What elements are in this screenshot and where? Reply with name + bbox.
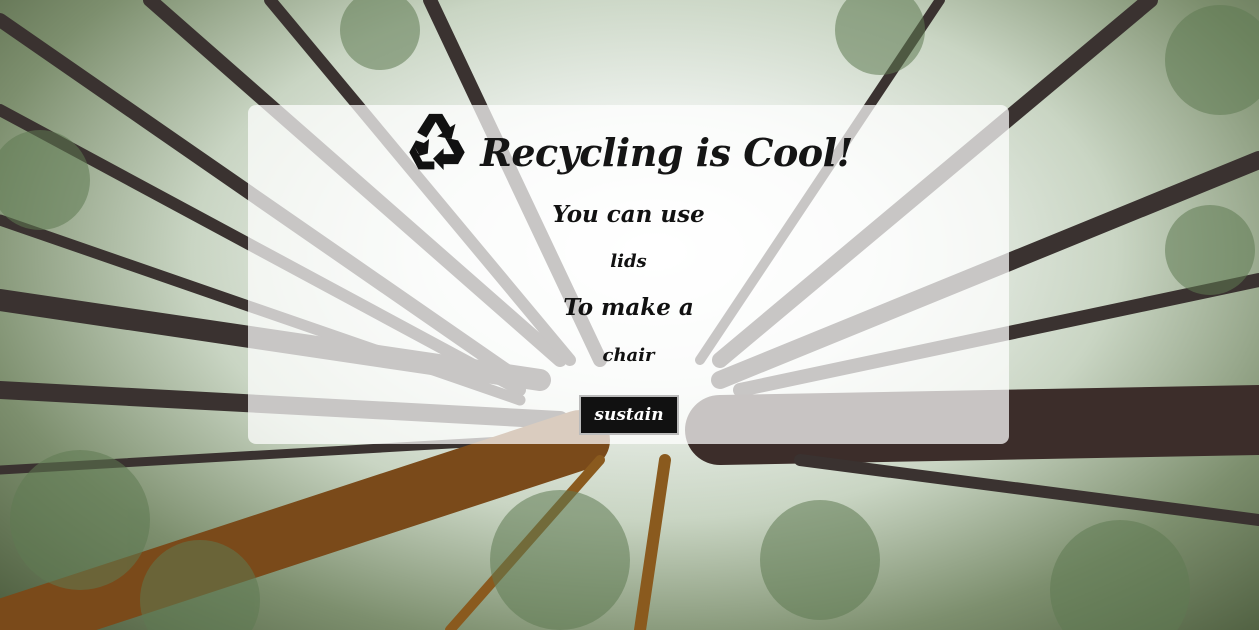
- material-text: lids: [610, 251, 647, 272]
- recycle-icon: [409, 113, 465, 171]
- title-row: Recycling is Cool!: [248, 105, 1009, 185]
- page-title: Recycling is Cool!: [480, 129, 853, 175]
- connector-text: To make a: [563, 294, 694, 321]
- intro-text: You can use: [552, 201, 705, 228]
- sustain-button[interactable]: sustain: [579, 395, 679, 435]
- content-card: Recycling is Cool! You can use lids To m…: [248, 105, 1009, 444]
- product-text: chair: [602, 345, 655, 366]
